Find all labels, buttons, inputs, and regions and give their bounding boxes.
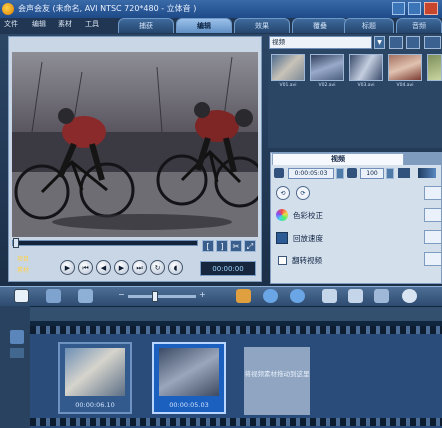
- timeline-clip-selected[interactable]: 00:00:05.03: [152, 342, 226, 414]
- side-option-button[interactable]: [424, 230, 442, 244]
- library-thumb-label: V02.avi: [318, 83, 336, 88]
- side-option-button[interactable]: [424, 208, 442, 222]
- color-wheel-icon: [276, 209, 288, 221]
- side-option-button[interactable]: [424, 252, 442, 266]
- window-title: 会声会友 (未命名, AVI NTSC 720*480 - 立体音 ): [18, 4, 197, 13]
- library-thumb[interactable]: [271, 54, 305, 81]
- film-strip-bottom: [30, 418, 442, 426]
- step-tab-edit[interactable]: 编辑: [176, 18, 232, 33]
- library-thumb[interactable]: [310, 54, 344, 81]
- library-panel: [268, 36, 442, 148]
- tab-blank: [404, 153, 442, 165]
- audio-view-icon[interactable]: [78, 289, 93, 303]
- track-lock-icon[interactable]: [10, 348, 24, 358]
- home-button[interactable]: ⏮: [78, 260, 93, 275]
- app-logo-icon: [2, 3, 14, 15]
- minimize-button[interactable]: [392, 2, 405, 15]
- library-thumb-label: V01.avi: [279, 83, 297, 88]
- side-option-button[interactable]: [424, 186, 442, 200]
- film-strip-top: [30, 326, 442, 334]
- step-tab-overlay[interactable]: 覆叠: [292, 18, 348, 33]
- storyboard-view-icon[interactable]: [14, 289, 29, 303]
- video-import-icon[interactable]: [406, 36, 420, 49]
- preview-timecode[interactable]: 00:00:00: [200, 261, 256, 276]
- clock-icon: [274, 168, 284, 178]
- timeline-clip[interactable]: 00:00:06.10: [58, 342, 132, 414]
- step-tab-effect[interactable]: 效果: [234, 18, 290, 33]
- mute-icon[interactable]: [398, 168, 410, 178]
- video-frame-image: [12, 52, 258, 237]
- menu-file[interactable]: 文件: [4, 19, 18, 32]
- mode-clip-label[interactable]: 素材: [17, 265, 29, 274]
- library-thumb-label: V04.avi: [396, 83, 414, 88]
- repeat-button[interactable]: ↻: [150, 260, 165, 275]
- mark-in-button[interactable]: [: [202, 240, 214, 252]
- folder-open-icon[interactable]: [389, 36, 403, 49]
- video-preview[interactable]: [12, 52, 258, 237]
- audio-level-icon[interactable]: [418, 168, 436, 178]
- fit-project-icon[interactable]: [236, 289, 251, 303]
- video-track-icon[interactable]: [10, 330, 24, 344]
- mode-project-label[interactable]: 项目: [17, 254, 29, 263]
- recording-icon[interactable]: [402, 289, 417, 303]
- enlarge-preview-button[interactable]: ⤢: [244, 240, 256, 252]
- chevron-down-icon[interactable]: ▼: [374, 36, 385, 49]
- zoom-out-icon[interactable]: −: [118, 291, 126, 299]
- duration-field[interactable]: 0:00:05:03: [288, 168, 334, 179]
- library-thumb[interactable]: [427, 54, 442, 81]
- menu-clip[interactable]: 素材: [58, 19, 72, 32]
- mark-out-button[interactable]: ]: [216, 240, 228, 252]
- volume-field[interactable]: 100: [360, 168, 384, 179]
- cut-clip-button[interactable]: ✂: [230, 240, 242, 252]
- step-tab-capture[interactable]: 捕获: [118, 18, 174, 33]
- library-thumb-label: V03.avi: [357, 83, 375, 88]
- step-tab-audio[interactable]: 音频: [396, 18, 442, 33]
- speed-icon: [276, 232, 288, 244]
- zoom-in-icon[interactable]: +: [199, 291, 207, 299]
- drop-zone-hint[interactable]: 将视频素材拖动到这里: [244, 347, 310, 415]
- play-button[interactable]: ▶: [60, 260, 75, 275]
- track-manager-icon[interactable]: [374, 289, 389, 303]
- scrub-handle[interactable]: [13, 238, 19, 248]
- rotate-right-button[interactable]: ⟳: [296, 186, 310, 200]
- timeline-view-icon[interactable]: [46, 289, 61, 303]
- rotate-left-button[interactable]: ⟲: [276, 186, 290, 200]
- library-thumb[interactable]: [349, 54, 383, 81]
- reverse-video-label: 翻转视频: [292, 256, 322, 265]
- clip-thumbnail: [159, 348, 219, 396]
- redo-icon[interactable]: [290, 289, 305, 303]
- track-header: [0, 306, 30, 428]
- tab-video-options[interactable]: 视频: [272, 153, 404, 165]
- volume-button[interactable]: ◖: [168, 260, 183, 275]
- preview-progress-bar[interactable]: [12, 240, 198, 246]
- maximize-button[interactable]: [408, 2, 421, 15]
- color-correction-button[interactable]: 色彩校正: [293, 210, 323, 221]
- library-category-dropdown[interactable]: 视频: [269, 36, 372, 49]
- clip-duration: 00:00:06.10: [75, 401, 115, 409]
- zoom-slider-thumb[interactable]: [152, 291, 158, 302]
- playback-speed-button[interactable]: 回放速度: [293, 233, 323, 244]
- timeline-ruler[interactable]: [30, 307, 442, 321]
- clip-duration: 00:00:05.03: [169, 401, 209, 409]
- library-thumb[interactable]: [388, 54, 422, 81]
- duration-spinner[interactable]: [336, 168, 344, 179]
- undo-icon[interactable]: [263, 289, 278, 303]
- reverse-video-checkbox[interactable]: [278, 256, 287, 265]
- menu-tools[interactable]: 工具: [85, 19, 99, 32]
- library-options-icon[interactable]: [424, 36, 441, 49]
- clip-thumbnail: [65, 348, 125, 396]
- menu-edit[interactable]: 编辑: [32, 19, 46, 32]
- next-frame-button[interactable]: ▶: [114, 260, 129, 275]
- previous-frame-button[interactable]: ◀: [96, 260, 111, 275]
- volume-spinner[interactable]: [386, 168, 394, 179]
- enable-ripple-icon[interactable]: [348, 289, 363, 303]
- step-tab-title[interactable]: 标题: [344, 18, 394, 33]
- zoom-slider[interactable]: [128, 295, 196, 298]
- chapter-point-icon[interactable]: [322, 289, 337, 303]
- end-button[interactable]: ⏭: [132, 260, 147, 275]
- close-button[interactable]: [424, 2, 438, 15]
- speaker-icon: [347, 168, 357, 178]
